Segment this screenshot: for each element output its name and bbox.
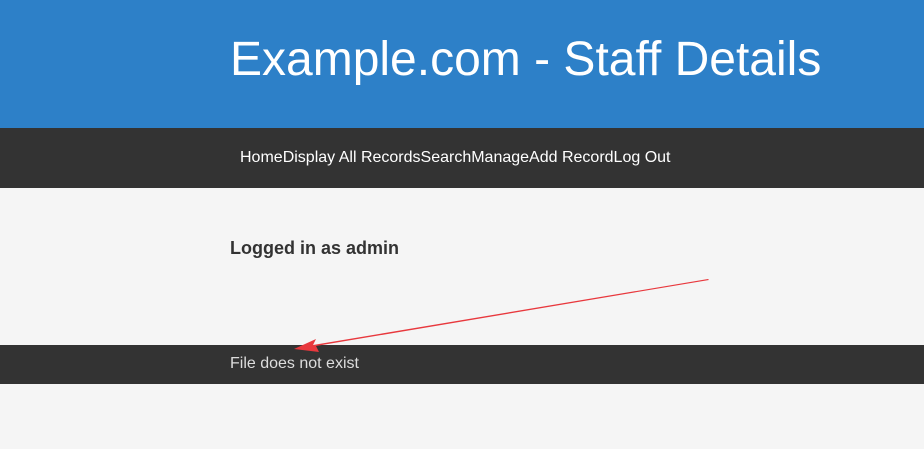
nav-manage-link[interactable]: Manage bbox=[471, 149, 529, 166]
nav-home-link[interactable]: Home bbox=[240, 149, 283, 166]
nav-list: Home Display All Records Search Manage A… bbox=[240, 128, 670, 188]
site-title: Example.com - Staff Details bbox=[230, 33, 822, 86]
main-content: Logged in as admin bbox=[0, 188, 924, 345]
site-footer: File does not exist bbox=[0, 345, 924, 384]
nav-log-out-link[interactable]: Log Out bbox=[614, 149, 671, 166]
login-status-text: Logged in as admin bbox=[230, 238, 400, 258]
page-bottom-area bbox=[0, 384, 924, 449]
site-header: Example.com - Staff Details bbox=[0, 0, 924, 128]
nav-display-all-records-link[interactable]: Display All Records bbox=[283, 149, 421, 166]
main-navigation: Home Display All Records Search Manage A… bbox=[0, 128, 924, 188]
file-status-message: File does not exist bbox=[230, 355, 359, 372]
nav-add-record-link[interactable]: Add Record bbox=[529, 149, 614, 166]
nav-search-link[interactable]: Search bbox=[421, 149, 472, 166]
